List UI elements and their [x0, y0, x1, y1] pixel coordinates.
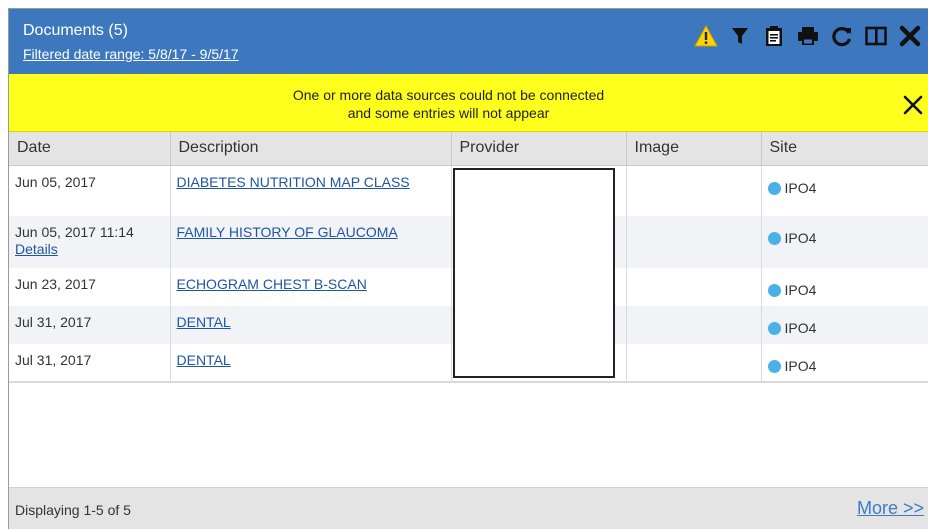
- description-cell: DENTAL: [170, 344, 452, 383]
- documents-widget: Documents (5) Filtered date range: 5/8/1…: [8, 8, 928, 529]
- date-cell: Jun 05, 2017 11:14 Details: [9, 216, 171, 268]
- date-cell: Jun 23, 2017: [9, 268, 171, 306]
- site-status-dot-icon: [767, 360, 781, 373]
- widget-toolbar: [694, 23, 922, 49]
- site-status-dot-icon: [767, 284, 781, 297]
- details-link[interactable]: Details: [15, 241, 164, 258]
- date-text: Jul 31, 2017: [15, 314, 92, 330]
- image-cell: [626, 268, 762, 306]
- date-cell: Jul 31, 2017: [9, 344, 171, 383]
- column-header-image[interactable]: Image: [626, 132, 762, 166]
- date-text: Jun 05, 2017 11:14: [15, 224, 134, 240]
- split-view-icon[interactable]: [864, 24, 888, 48]
- widget-footer: Displaying 1-5 of 5 More >>: [9, 487, 928, 529]
- site-cell: IPO4: [761, 268, 928, 306]
- site-status-dot-icon: [767, 181, 781, 195]
- site-text: IPO4: [784, 282, 817, 298]
- description-cell: ECHOGRAM CHEST B-SCAN: [170, 268, 452, 306]
- description-link[interactable]: ECHOGRAM CHEST B-SCAN: [177, 276, 367, 292]
- site-text: IPO4: [784, 320, 817, 336]
- site-status-dot-icon: [767, 322, 781, 335]
- site-cell: IPO4: [761, 306, 928, 344]
- close-icon[interactable]: [898, 24, 922, 48]
- description-cell: DENTAL: [170, 306, 452, 344]
- clipboard-icon[interactable]: [762, 24, 786, 48]
- column-header-provider[interactable]: Provider: [451, 132, 627, 166]
- date-cell: Jun 05, 2017: [9, 165, 171, 216]
- date-text: Jun 05, 2017: [15, 173, 96, 190]
- image-cell: [626, 216, 762, 268]
- connection-alert: One or more data sources could not be co…: [9, 74, 928, 132]
- description-link[interactable]: DENTAL: [177, 352, 231, 368]
- date-cell: Jul 31, 2017: [9, 306, 171, 344]
- column-header-date[interactable]: Date: [9, 132, 171, 166]
- widget-header: Documents (5) Filtered date range: 5/8/1…: [9, 9, 928, 74]
- alert-close-icon[interactable]: [902, 94, 924, 116]
- refresh-icon[interactable]: [830, 24, 854, 48]
- display-count: Displaying 1-5 of 5: [15, 502, 131, 518]
- alert-line-2: and some entries will not appear: [347, 105, 550, 121]
- alert-message: One or more data sources could not be co…: [9, 86, 888, 122]
- site-text: IPO4: [784, 230, 817, 246]
- site-status-dot-icon: [767, 232, 781, 245]
- site-text: IPO4: [784, 358, 817, 374]
- widget-title: Documents (5): [23, 22, 128, 39]
- description-link[interactable]: FAMILY HISTORY OF GLAUCOMA: [177, 224, 398, 240]
- image-cell: [626, 344, 762, 383]
- image-cell: [626, 165, 762, 216]
- column-header-description[interactable]: Description: [170, 132, 452, 166]
- print-icon[interactable]: [796, 24, 820, 48]
- warning-icon[interactable]: [694, 24, 718, 48]
- date-text: Jun 23, 2017: [15, 276, 96, 292]
- alert-line-1: One or more data sources could not be co…: [292, 87, 605, 103]
- column-header-site[interactable]: Site: [761, 132, 928, 166]
- description-cell: FAMILY HISTORY OF GLAUCOMA: [170, 216, 452, 268]
- filter-icon[interactable]: [728, 24, 752, 48]
- description-link[interactable]: DIABETES NUTRITION MAP CLASS: [177, 174, 410, 190]
- description-link[interactable]: DENTAL: [177, 314, 231, 330]
- filtered-date-range-link[interactable]: Filtered date range: 5/8/17 - 9/5/17: [23, 46, 239, 62]
- description-cell: DIABETES NUTRITION MAP CLASS: [170, 165, 452, 216]
- site-text: IPO4: [784, 179, 817, 196]
- table-header-row: Date Description Provider Image Site: [9, 132, 928, 166]
- date-text: Jul 31, 2017: [15, 352, 92, 368]
- more-link[interactable]: More >>: [857, 498, 924, 519]
- provider-redaction-box: [453, 168, 615, 378]
- image-cell: [626, 306, 762, 344]
- site-cell: IPO4: [761, 216, 928, 268]
- site-cell: IPO4: [761, 344, 928, 383]
- site-cell: IPO4: [761, 165, 928, 216]
